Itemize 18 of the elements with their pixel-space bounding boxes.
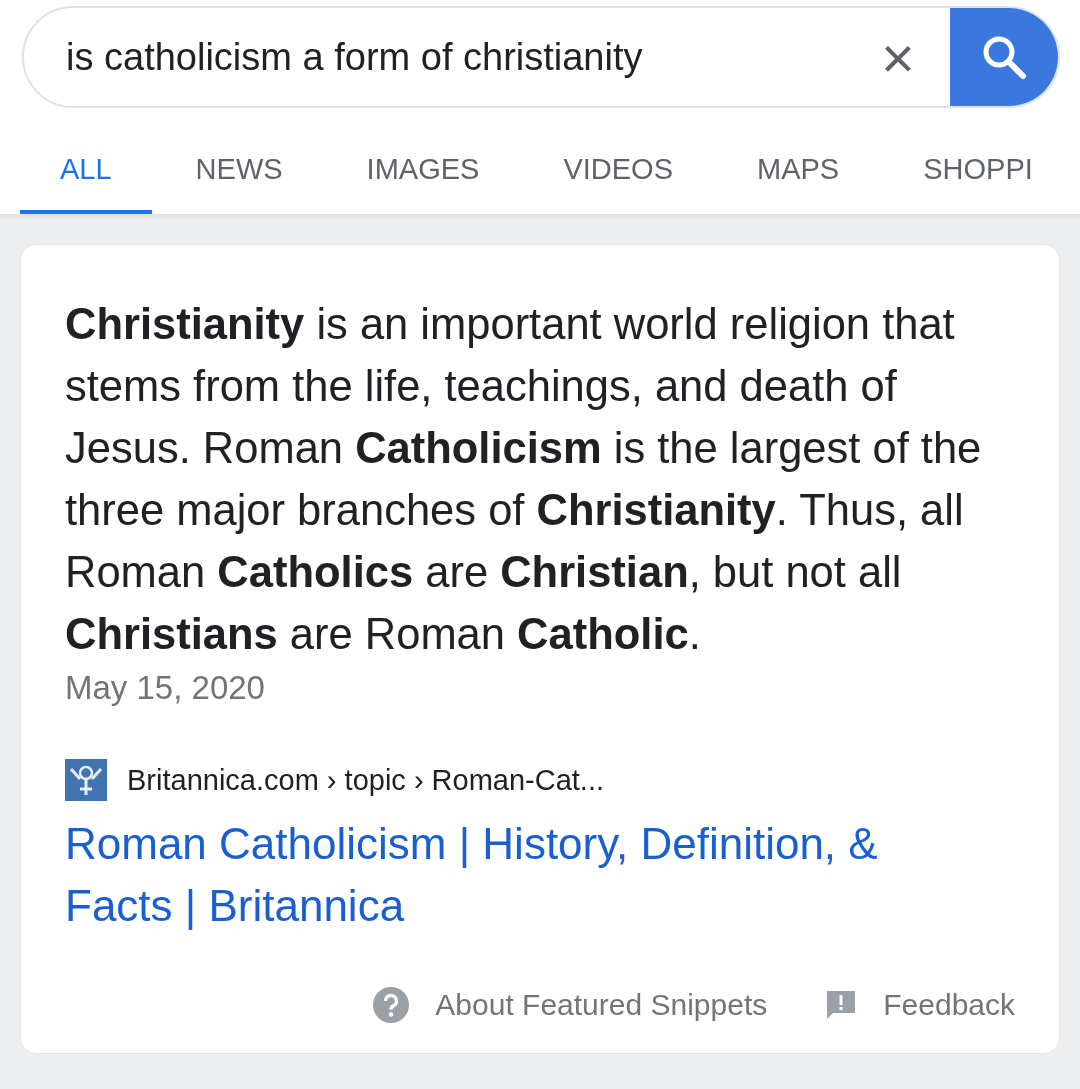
snippet-date: May 15, 2020 xyxy=(65,669,266,707)
search-tab[interactable]: VIDEOS xyxy=(523,128,713,214)
site-breadcrumb: Britannica.com › topic › Roman-Cat... xyxy=(127,763,605,797)
feedback-icon xyxy=(825,989,858,1021)
result-title-link[interactable]: Roman Catholicism | History, Definition, & Facts | Britannica xyxy=(65,813,965,937)
search-tab[interactable]: NEWS xyxy=(155,128,323,214)
search-tab[interactable]: IMAGES xyxy=(326,128,520,214)
feedback-button[interactable]: Feedback xyxy=(825,988,1015,1022)
help-icon xyxy=(373,987,410,1023)
search-button[interactable] xyxy=(950,8,1058,106)
clear-button[interactable]: × xyxy=(856,8,940,106)
about-snippets-button[interactable]: About Featured Snippets xyxy=(373,987,768,1023)
search-tab[interactable]: SHOPPI xyxy=(883,128,1033,214)
search-field[interactable]: is catholicism a form of christianity × xyxy=(22,6,1060,108)
search-tab[interactable]: MAPS xyxy=(717,128,880,214)
snippet-text: Christianity is an important world religion that stems from the life, teachings, and death of Jesus. Roman Catholicism is the largest of the three major branches of Christianity. Thus, all Roman Catholics are Christian, but not all Christians are Roman Catholic. xyxy=(65,299,983,660)
site-logo-icon xyxy=(65,759,107,801)
search-tab[interactable]: ALL xyxy=(20,128,152,214)
